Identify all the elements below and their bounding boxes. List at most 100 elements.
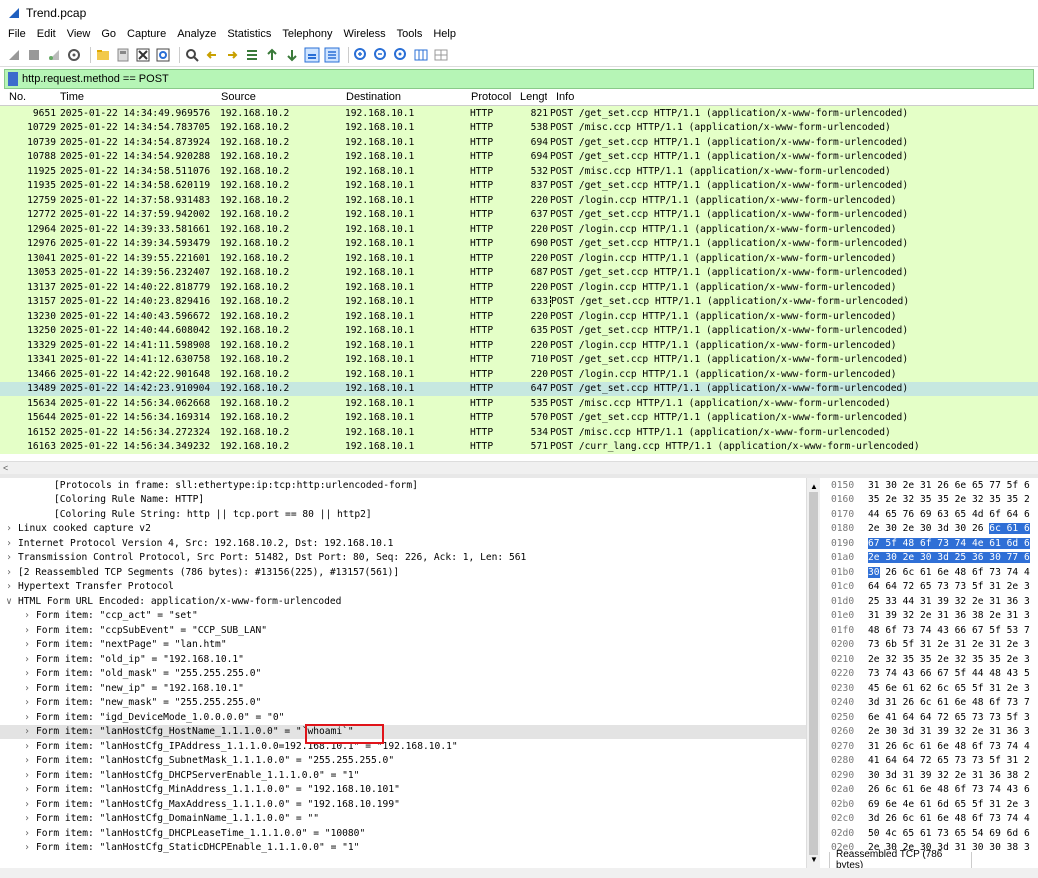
menu-file[interactable]: File (8, 28, 26, 40)
col-header-destination[interactable]: Destination (337, 91, 462, 103)
layout-icon[interactable] (433, 47, 449, 63)
bookmark-icon[interactable] (8, 72, 18, 86)
hex-row[interactable]: 0290 30 3d 31 39 32 2e 31 36 38 2 (826, 768, 1038, 783)
chevron-right-icon[interactable]: › (22, 726, 32, 737)
go-forward-icon[interactable] (224, 47, 240, 63)
hex-row[interactable]: 0190 67 5f 48 6f 73 74 4e 61 6d 6 (826, 536, 1038, 551)
packet-row[interactable]: 13230 2025-01-22 14:40:43.596672 192.168.1… (0, 309, 1038, 324)
col-header-length[interactable]: Lengtl (511, 91, 547, 103)
chevron-right-icon[interactable]: › (22, 683, 32, 694)
chevron-right-icon[interactable]: › (4, 567, 14, 578)
bytes-tab-reassembled[interactable]: Reassembled TCP (786 bytes) (829, 849, 972, 871)
scroll-left-icon[interactable]: < (3, 463, 8, 473)
reload-file-icon[interactable] (155, 47, 171, 63)
packet-row[interactable]: 10788 2025-01-22 14:34:54.920288 192.168.1… (0, 149, 1038, 164)
chevron-right-icon[interactable]: › (22, 828, 32, 839)
chevron-right-icon[interactable]: › (4, 552, 14, 563)
menu-help[interactable]: Help (433, 28, 456, 40)
zoom-out-icon[interactable] (373, 47, 389, 63)
detail-tree-item[interactable]: [Protocols in frame: sll:ethertype:ip:tc… (0, 478, 806, 493)
hex-row[interactable]: 01e0 31 39 32 2e 31 36 38 2e 31 3 (826, 609, 1038, 624)
chevron-down-icon[interactable]: ∨ (4, 596, 14, 607)
hex-row[interactable]: 0240 3d 31 26 6c 61 6e 48 6f 73 7 (826, 696, 1038, 711)
packet-row[interactable]: 11935 2025-01-22 14:34:58.620119 192.168.1… (0, 178, 1038, 193)
save-file-icon[interactable] (115, 47, 131, 63)
packet-row[interactable]: 16163 2025-01-22 14:56:34.349232 192.168.1… (0, 439, 1038, 454)
display-filter-input[interactable]: http.request.method == POST (22, 73, 169, 85)
capture-options-icon[interactable] (66, 47, 82, 63)
packet-row[interactable]: 13157 2025-01-22 14:40:23.829416 192.168.1… (0, 294, 1038, 309)
detail-tree-item[interactable]: › [2 Reassembled TCP Segments (786 bytes)… (0, 565, 806, 580)
packet-row[interactable]: 13041 2025-01-22 14:39:55.221601 192.168.1… (0, 251, 1038, 266)
hex-row[interactable]: 0280 41 64 64 72 65 73 73 5f 31 2 (826, 754, 1038, 769)
col-header-time[interactable]: Time (51, 91, 212, 103)
menu-statistics[interactable]: Statistics (227, 28, 271, 40)
hex-row[interactable]: 02d0 50 4c 65 61 73 65 54 69 6d 6 (826, 826, 1038, 841)
detail-tree-item[interactable]: › Form item: "nextPage" = "lan.htm" (0, 638, 806, 653)
menu-edit[interactable]: Edit (37, 28, 56, 40)
detail-tree-item[interactable]: › Form item: "lanHostCfg_HostName_1.1.1.0… (0, 724, 806, 739)
packet-row[interactable]: 12772 2025-01-22 14:37:59.942002 192.168.1… (0, 207, 1038, 222)
detail-tree-item[interactable]: › Form item: "lanHostCfg_DHCPServerEnable… (0, 768, 806, 783)
hex-row[interactable]: 0220 73 74 43 66 67 5f 44 48 43 5 (826, 667, 1038, 682)
chevron-right-icon[interactable]: › (4, 523, 14, 534)
menu-go[interactable]: Go (101, 28, 116, 40)
chevron-right-icon[interactable]: › (22, 813, 32, 824)
detail-tree-item[interactable]: › Internet Protocol Version 4, Src: 192.1… (0, 536, 806, 551)
col-header-source[interactable]: Source (212, 91, 337, 103)
packet-row[interactable]: 10729 2025-01-22 14:34:54.783705 192.168.1… (0, 120, 1038, 135)
hex-row[interactable]: 01d0 25 33 44 31 39 32 2e 31 36 3 (826, 594, 1038, 609)
detail-tree-item[interactable]: › Form item: "lanHostCfg_DomainName_1.1.1… (0, 812, 806, 827)
packet-row[interactable]: 13489 2025-01-22 14:42:23.910904 192.168.1… (0, 381, 1038, 396)
col-header-info[interactable]: Info (547, 91, 1038, 103)
chevron-right-icon[interactable]: › (22, 842, 32, 853)
colorize-icon[interactable] (324, 47, 340, 63)
hex-row[interactable]: 0200 73 6b 5f 31 2e 31 2e 31 2e 3 (826, 638, 1038, 653)
detail-tree-item[interactable]: [Coloring Rule String: http || tcp.port … (0, 507, 806, 522)
scroll-thumb[interactable] (809, 492, 818, 855)
menu-tools[interactable]: Tools (397, 28, 423, 40)
detail-tree-item[interactable]: › Form item: "lanHostCfg_DHCPLeaseTime_1.… (0, 826, 806, 841)
start-capture-icon[interactable] (6, 47, 22, 63)
menu-wireless[interactable]: Wireless (344, 28, 386, 40)
packet-list-hscroll[interactable]: < (0, 461, 1038, 474)
menu-capture[interactable]: Capture (127, 28, 166, 40)
chevron-right-icon[interactable]: › (22, 668, 32, 679)
detail-tree-item[interactable]: › Form item: "old_mask" = "255.255.255.0" (0, 667, 806, 682)
detail-tree-item[interactable]: › Form item: "new_mask" = "255.255.255.0" (0, 696, 806, 711)
scroll-up-icon[interactable]: ▲ (810, 482, 818, 491)
hex-row[interactable]: 0230 45 6e 61 62 6c 65 5f 31 2e 3 (826, 681, 1038, 696)
autoscroll-icon[interactable] (304, 47, 320, 63)
chevron-right-icon[interactable]: › (22, 784, 32, 795)
chevron-right-icon[interactable]: › (22, 770, 32, 781)
packet-row[interactable]: 13341 2025-01-22 14:41:12.630758 192.168.1… (0, 352, 1038, 367)
stop-capture-icon[interactable] (26, 47, 42, 63)
go-to-packet-icon[interactable] (244, 47, 260, 63)
go-first-packet-icon[interactable] (264, 47, 280, 63)
hex-row[interactable]: 0260 2e 30 3d 31 39 32 2e 31 36 3 (826, 725, 1038, 740)
hex-row[interactable]: 0270 31 26 6c 61 6e 48 6f 73 74 4 (826, 739, 1038, 754)
packet-row[interactable]: 13250 2025-01-22 14:40:44.608042 192.168.1… (0, 323, 1038, 338)
menu-telephony[interactable]: Telephony (282, 28, 332, 40)
packet-row[interactable]: 13137 2025-01-22 14:40:22.818779 192.168.1… (0, 280, 1038, 295)
hex-row[interactable]: 0150 31 30 2e 31 26 6e 65 77 5f 6 (826, 478, 1038, 493)
chevron-right-icon[interactable]: › (4, 538, 14, 549)
display-filter-bar[interactable]: http.request.method == POST (4, 69, 1034, 89)
detail-tree-item[interactable]: › Form item: "lanHostCfg_StaticDHCPEnable… (0, 841, 806, 856)
col-header-no[interactable]: No. (0, 91, 51, 103)
chevron-right-icon[interactable]: › (22, 654, 32, 665)
hex-row[interactable]: 02c0 3d 26 6c 61 6e 48 6f 73 74 4 (826, 812, 1038, 827)
hex-row[interactable]: 01c0 64 64 72 65 73 73 5f 31 2e 3 (826, 580, 1038, 595)
detail-tree-item[interactable]: › Form item: "ccpSubEvent" = "CCP_SUB_LAN… (0, 623, 806, 638)
hex-row[interactable]: 0180 2e 30 2e 30 3d 30 26 6c 61 6 (826, 522, 1038, 537)
packet-row[interactable]: 13466 2025-01-22 14:42:22.901648 192.168.1… (0, 367, 1038, 382)
hex-row[interactable]: 0250 6e 41 64 64 72 65 73 73 5f 3 (826, 710, 1038, 725)
detail-tree-item[interactable]: › Form item: "new_ip" = "192.168.10.1" (0, 681, 806, 696)
chevron-right-icon[interactable]: › (22, 741, 32, 752)
detail-tree-item[interactable]: › Form item: "lanHostCfg_IPAddress_1.1.1.… (0, 739, 806, 754)
find-packet-icon[interactable] (184, 47, 200, 63)
hex-row[interactable]: 01a0 2e 30 2e 30 3d 25 36 30 77 6 (826, 551, 1038, 566)
detail-tree-item[interactable]: › Form item: "lanHostCfg_SubnetMask_1.1.1… (0, 754, 806, 769)
chevron-right-icon[interactable]: › (4, 581, 14, 592)
details-vscroll[interactable]: ▲ ▼ (806, 478, 820, 868)
